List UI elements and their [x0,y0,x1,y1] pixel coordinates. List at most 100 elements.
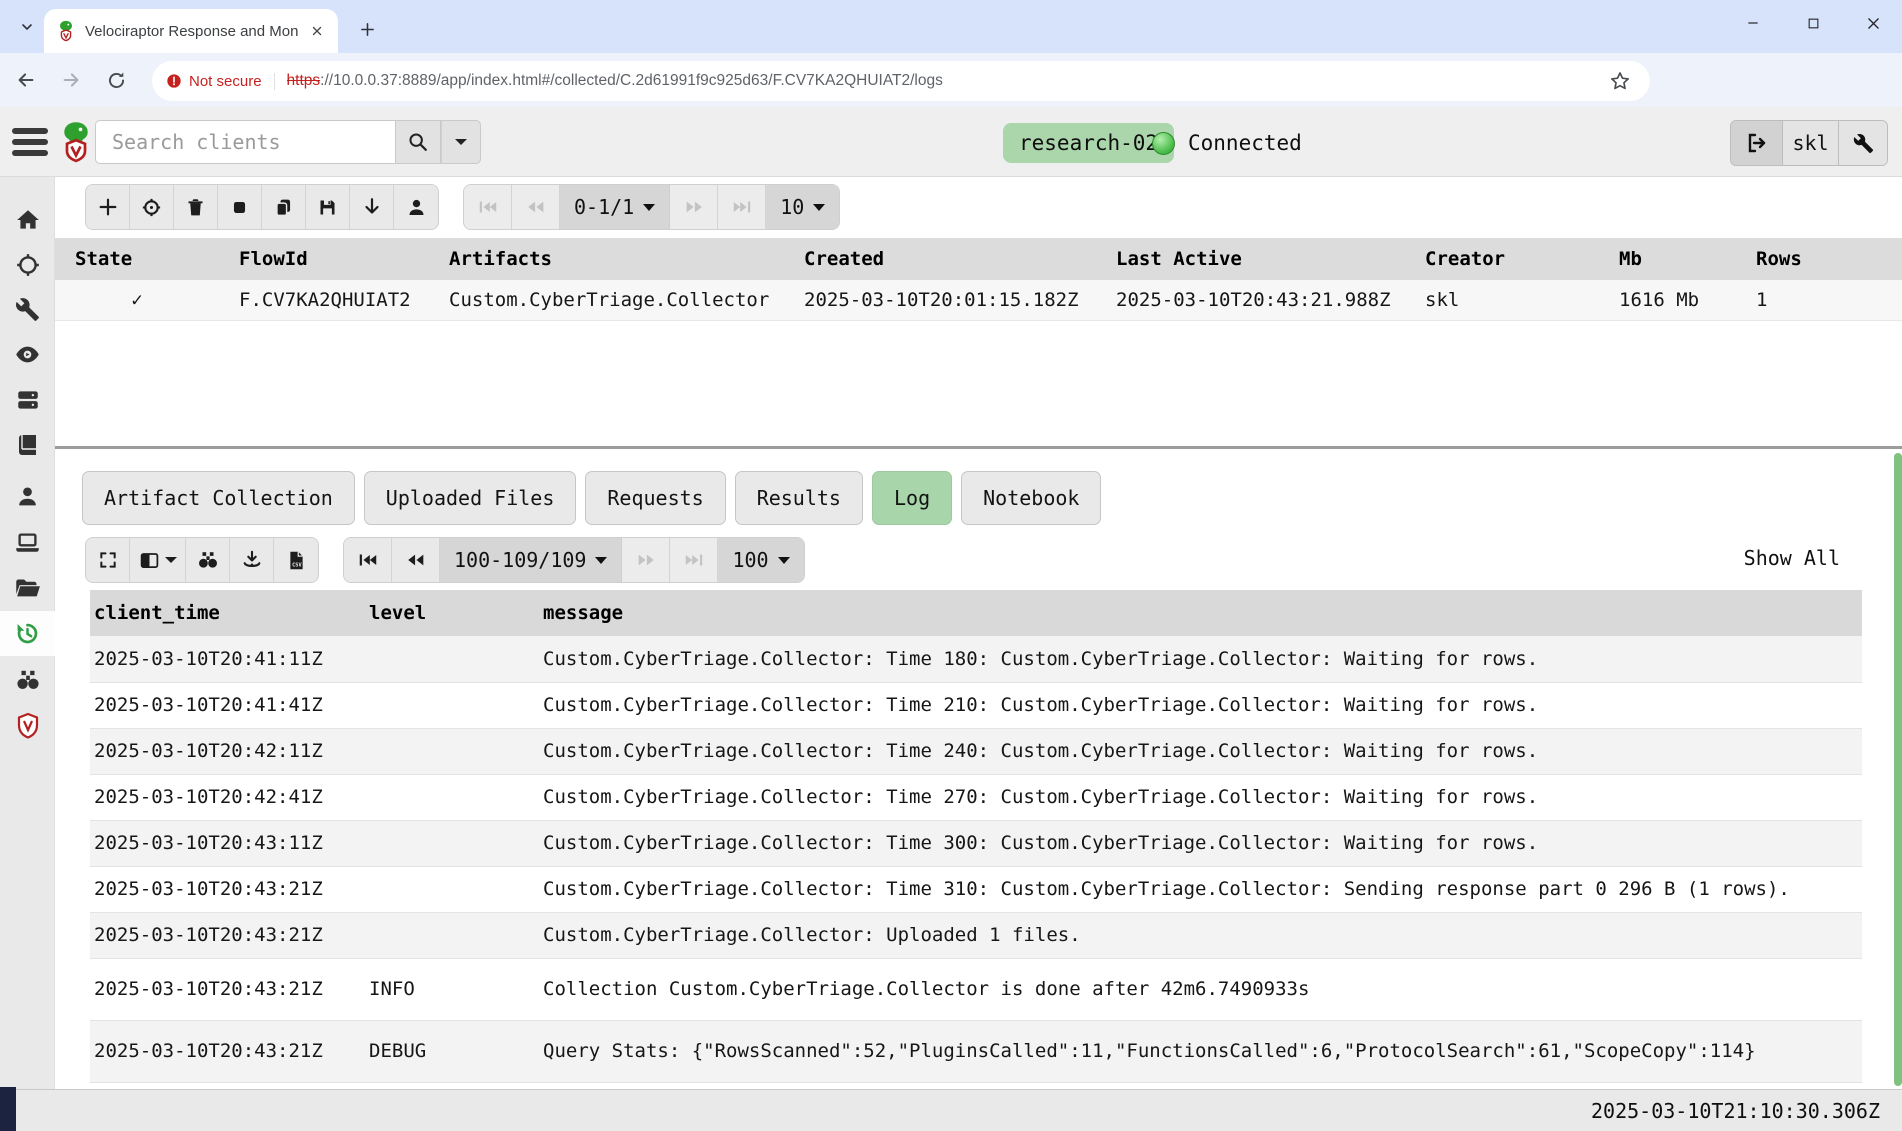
tab[interactable]: Requests [585,471,725,525]
column-header[interactable]: level [365,590,539,636]
sidebar-item-host-information[interactable] [0,520,55,565]
last-page-button[interactable] [718,185,766,229]
search-button[interactable] [395,120,441,164]
filter-rows-button[interactable] [186,538,230,582]
columns-button[interactable] [130,538,186,582]
sidebar-item-hunt-manager[interactable] [0,242,55,287]
person-icon [406,197,427,218]
search-icon [407,131,429,153]
log-row[interactable]: 2025-03-10T20:43:11Z Custom.CyberTriage.… [90,820,1862,866]
tab[interactable]: Notebook [961,471,1101,525]
log-level [365,820,539,866]
logout-button[interactable] [1731,121,1783,165]
download-csv-button[interactable]: CSV [274,538,318,582]
search-input[interactable] [95,120,395,164]
first-page-button[interactable] [344,538,392,582]
settings-button[interactable] [1839,121,1887,165]
column-header[interactable]: Rows [1736,238,1902,280]
velociraptor-logo[interactable] [58,119,94,165]
tab[interactable]: Artifact Collection [82,471,355,525]
delete-flow-button[interactable] [174,185,218,229]
log-row[interactable]: 2025-03-10T20:43:21Z DEBUG Query Stats: … [90,1020,1862,1082]
sidebar-item-users[interactable] [0,474,55,519]
maximize-icon[interactable] [1792,6,1834,40]
sidebar-item-collected-artifacts[interactable] [0,611,55,656]
save-collection-button[interactable] [306,185,350,229]
page-size-dropdown[interactable]: 100 [718,538,803,582]
log-row[interactable]: 2025-03-10T20:43:21Z Custom.CyberTriage.… [90,866,1862,912]
next-page-button[interactable] [622,538,670,582]
show-all-link[interactable]: Show All [1744,546,1840,570]
minimize-icon[interactable] [1732,6,1774,40]
page-range-dropdown[interactable]: 100-109/109 [440,538,622,582]
chevron-down-icon [595,557,607,564]
column-header[interactable]: Mb [1599,238,1736,280]
back-icon[interactable] [7,61,45,99]
address-bar[interactable]: Not secure https://10.0.0.37:8889/app/in… [152,61,1650,101]
sidebar-item-artifact-repository[interactable] [0,422,55,467]
column-header[interactable]: message [539,590,1862,636]
tab-search-chevron-icon[interactable] [12,13,42,41]
new-collection-button[interactable] [86,185,130,229]
prev-page-button[interactable] [392,538,440,582]
not-secure-badge[interactable]: Not secure [166,73,275,90]
column-header[interactable]: Creator [1405,238,1599,280]
flow-row[interactable]: ✓ F.CV7KA2QHUIAT2 Custom.CyberTriage.Col… [55,280,1902,320]
bookmark-star-icon[interactable] [1608,69,1632,93]
column-header[interactable]: State [55,238,219,280]
page-size-dropdown[interactable]: 10 [766,185,839,229]
close-icon[interactable] [1852,6,1894,40]
next-page-button[interactable] [670,185,718,229]
flow-artifacts: Custom.CyberTriage.Collector [429,280,784,320]
sidebar-item-server-artifacts[interactable] [0,287,55,332]
column-header[interactable]: client_time [90,590,365,636]
first-page-button[interactable] [464,185,512,229]
column-header[interactable]: Created [784,238,1096,280]
org-badge[interactable]: research-02 [1003,123,1174,163]
log-level: INFO [365,958,539,1020]
log-row[interactable]: 2025-03-10T20:41:11Z Custom.CyberTriage.… [90,636,1862,682]
flows-toolbar: 0-1/1 10 [85,181,840,233]
column-header[interactable]: Last Active [1096,238,1405,280]
log-row[interactable]: 2025-03-10T20:43:21Z Custom.CyberTriage.… [90,912,1862,958]
log-client-time: 2025-03-10T20:42:11Z [90,728,365,774]
column-header[interactable]: Artifacts [429,238,784,280]
sidebar-item-search[interactable] [0,657,55,702]
client-info-button[interactable] [394,185,438,229]
tab-close-icon[interactable] [306,20,328,42]
page-range-dropdown[interactable]: 0-1/1 [560,185,670,229]
sidebar-item-server-status[interactable] [0,377,55,422]
panel-scrollbar[interactable] [1894,453,1902,1086]
username-button[interactable]: skl [1783,121,1839,165]
cancel-flow-button[interactable] [218,185,262,229]
sidebar-item-client-monitoring[interactable] [0,332,55,377]
last-page-button[interactable] [670,538,718,582]
new-tab-icon[interactable] [352,14,382,44]
log-row[interactable]: 2025-03-10T20:42:41Z Custom.CyberTriage.… [90,774,1862,820]
sidebar-item-home[interactable] [0,197,55,242]
log-row[interactable]: 2025-03-10T20:41:41Z Custom.CyberTriage.… [90,682,1862,728]
download-json-button[interactable] [230,538,274,582]
reload-icon[interactable] [97,61,135,99]
archive-flow-button[interactable] [130,185,174,229]
sidebar-item-file-browser[interactable] [0,566,55,611]
log-row[interactable]: 2025-03-10T20:43:21Z INFO Collection Cus… [90,958,1862,1020]
chevron-down-icon [778,557,790,564]
tab[interactable]: Uploaded Files [364,471,577,525]
browser-tab[interactable]: Velociraptor Response and Mon [44,9,338,53]
crosshair-icon [15,252,41,278]
download-results-button[interactable] [350,185,394,229]
tab[interactable]: Results [735,471,863,525]
chevron-down-icon [813,204,825,211]
prev-page-button[interactable] [512,185,560,229]
search-options-button[interactable] [441,120,481,164]
tab[interactable]: Log [872,471,952,525]
forward-icon[interactable] [52,61,90,99]
user-controls: skl [1730,120,1888,166]
copy-flow-button[interactable] [262,185,306,229]
log-row[interactable]: 2025-03-10T20:42:11Z Custom.CyberTriage.… [90,728,1862,774]
hamburger-menu-icon[interactable] [12,126,48,158]
fullscreen-button[interactable] [86,538,130,582]
sidebar-item-velociraptor-shield[interactable] [0,703,55,748]
column-header[interactable]: FlowId [219,238,429,280]
